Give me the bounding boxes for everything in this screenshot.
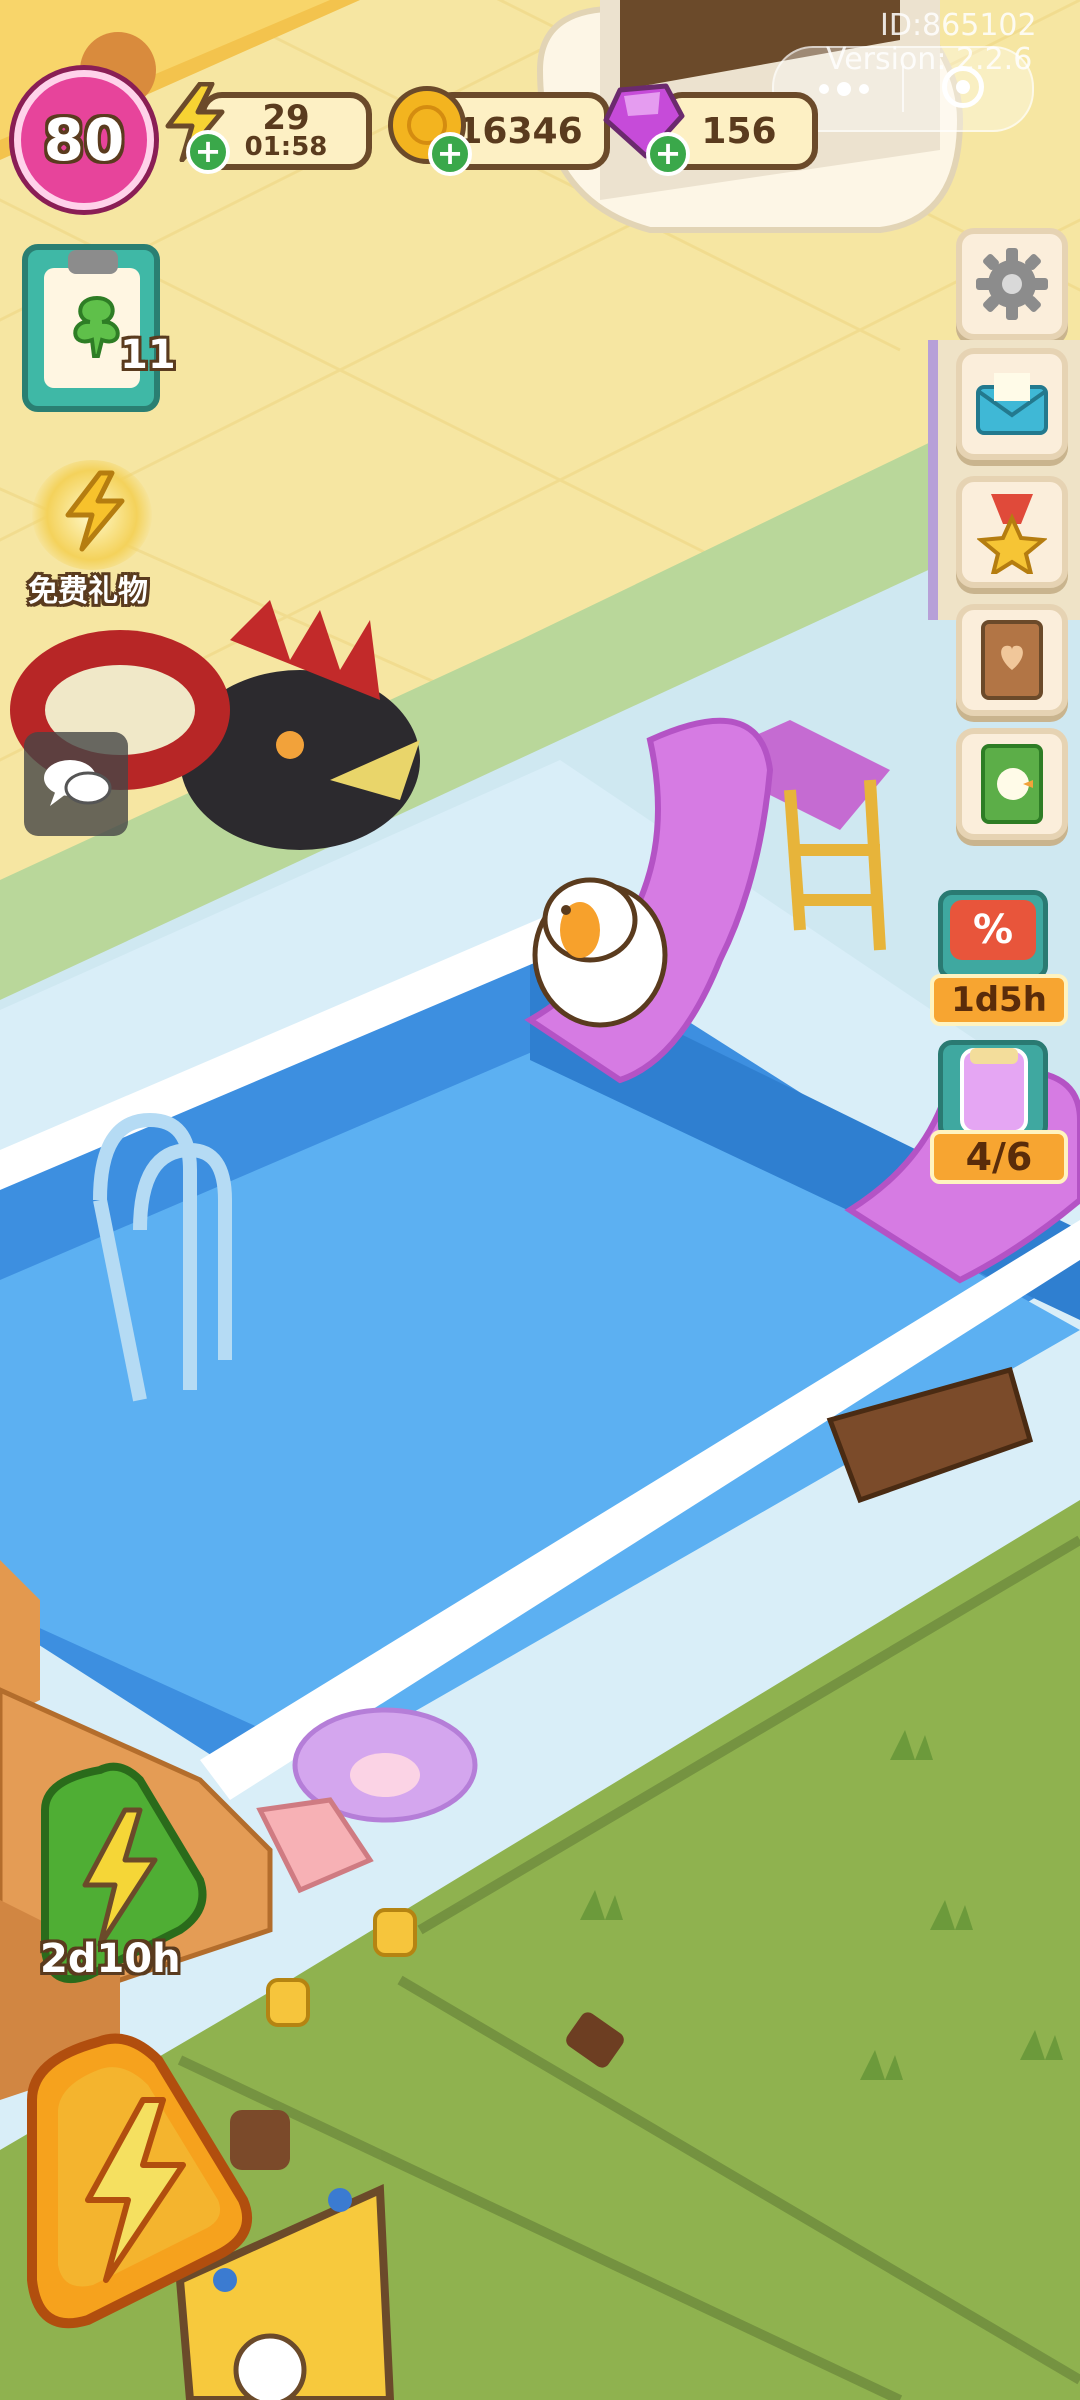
more-dots-icon[interactable]: [814, 72, 874, 106]
album-button[interactable]: [956, 604, 1068, 716]
energy-value: 29: [262, 98, 310, 138]
energy-plus-button[interactable]: +: [186, 130, 230, 174]
jar-progress-text: 4/6: [930, 1130, 1068, 1184]
heart-book-icon: [981, 620, 1043, 700]
achievements-button[interactable]: [956, 476, 1068, 588]
gem-value: 156: [701, 110, 777, 152]
sale-offer-button[interactable]: % 1d5h: [930, 890, 1068, 1026]
chat-bubbles-icon: [44, 760, 112, 806]
chat-button[interactable]: [24, 732, 128, 836]
level-number: 80: [43, 106, 125, 174]
gem-plus-button[interactable]: +: [646, 132, 690, 176]
level-badge[interactable]: 80: [14, 70, 154, 210]
medal-star-icon: [977, 494, 1047, 574]
boost-timer: 2d10h: [40, 1936, 181, 1982]
orange-lightning-icon: [27, 2033, 252, 2329]
sale-tag-icon: %: [950, 900, 1036, 960]
play-energy-button[interactable]: [18, 2030, 258, 2330]
jar-icon: [960, 1048, 1028, 1134]
duck-book-icon: [981, 744, 1043, 824]
gear-icon: [976, 248, 1048, 320]
task-clipboard-button[interactable]: 11: [22, 244, 176, 412]
free-gift-button[interactable]: 免费礼物: [12, 450, 172, 610]
coin-plus-button[interactable]: +: [428, 132, 472, 176]
build-id-text: ID:865102: [880, 8, 1037, 43]
duck-character: [532, 877, 668, 1028]
jar-progress-button[interactable]: 4/6: [930, 1040, 1068, 1184]
target-circle-icon[interactable]: [942, 66, 984, 108]
coin-value: 16346: [457, 110, 583, 152]
lightning-gift-icon: [65, 470, 125, 552]
task-count: 11: [120, 332, 176, 378]
settings-button[interactable]: [956, 228, 1068, 340]
energy-timer: 01:58: [244, 132, 328, 162]
free-gift-label: 免费礼物: [28, 574, 148, 609]
boost-button[interactable]: 2d10h: [24, 1760, 207, 1990]
sale-timer: 1d5h: [930, 974, 1068, 1026]
guide-button[interactable]: [956, 728, 1068, 840]
mail-icon: [976, 373, 1048, 435]
mail-button[interactable]: [956, 348, 1068, 460]
